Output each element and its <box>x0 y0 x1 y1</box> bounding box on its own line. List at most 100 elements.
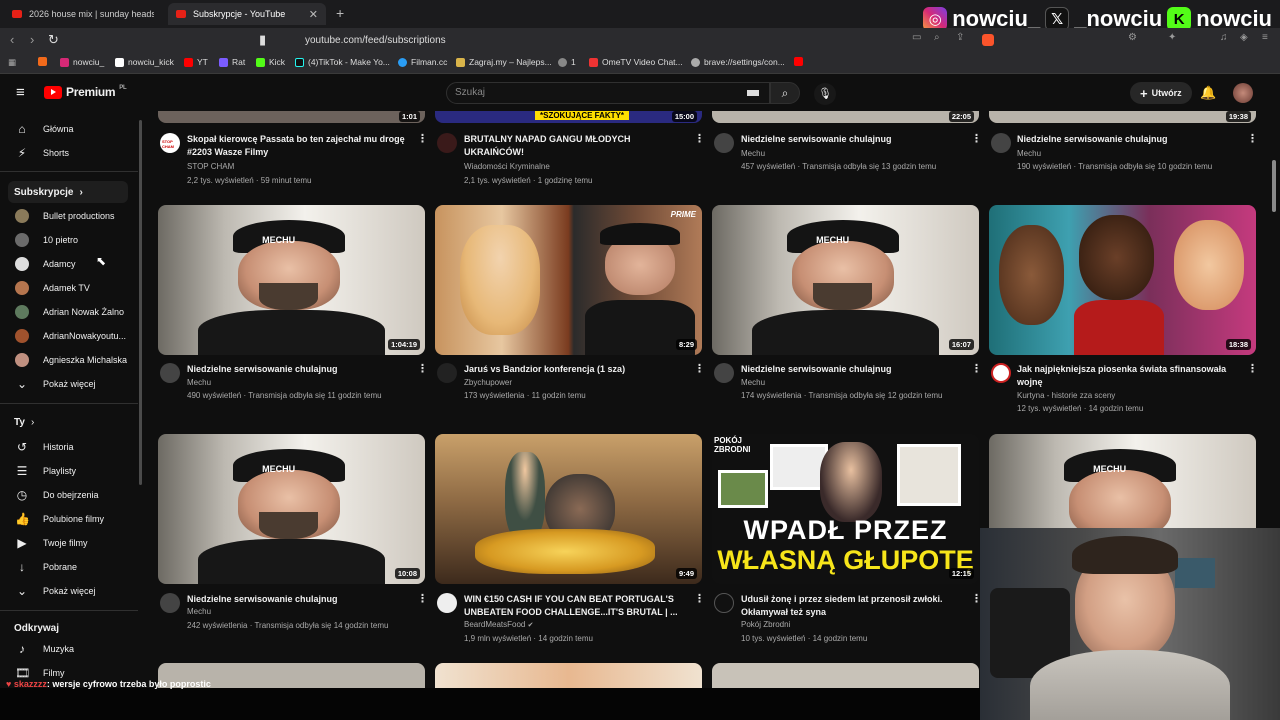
channel-avatar[interactable]: STOP CHAM <box>160 133 180 153</box>
video-title[interactable]: Niedzielne serwisowanie chulajnug <box>187 363 412 376</box>
bookmark-yt-2[interactable] <box>794 57 803 66</box>
tab-house-mix[interactable]: 2026 house mix | sunday headspace <box>4 3 154 25</box>
sidebar-subscriptions-header[interactable]: Subskrypcje › <box>8 181 128 203</box>
channel-name[interactable]: Wiadomości Kryminalne <box>464 162 550 171</box>
close-tab-icon[interactable]: ✕ <box>309 8 318 21</box>
video-thumbnail[interactable]: MECHU 10:08 <box>158 434 425 584</box>
channel-name[interactable]: Kurtyna - historie zza sceny <box>1017 391 1115 400</box>
channel-name[interactable]: Pokój Zbrodni <box>741 620 790 629</box>
video-title[interactable]: Jak najpiękniejsza piosenka świata sfina… <box>1017 363 1242 388</box>
bookmark-brave-settings[interactable]: brave://settings/con... <box>691 57 785 67</box>
channel-avatar[interactable] <box>714 133 734 153</box>
sidebar-channel-adamcy[interactable]: Adamcy <box>8 253 128 275</box>
channel-name[interactable]: BeardMeatsFood ✔ <box>464 620 533 629</box>
channel-avatar[interactable] <box>160 593 180 613</box>
bookmark-yt[interactable]: YT <box>184 57 208 67</box>
sidebar-item-your-videos[interactable]: ▶ Twoje filmy <box>8 532 128 554</box>
more-options-icon[interactable]: ⋮ <box>694 132 705 145</box>
sidebar-you-header[interactable]: Ty › <box>14 417 34 428</box>
channel-avatar[interactable] <box>991 363 1011 383</box>
share-icon[interactable]: ⇪ <box>956 32 964 43</box>
channel-avatar[interactable] <box>714 363 734 383</box>
sidebar-show-more-you[interactable]: ⌄ Pokaż więcej <box>8 580 128 602</box>
voice-search-button[interactable]: 🎙 <box>814 83 836 105</box>
hamburger-menu-icon[interactable]: ≡ <box>16 84 25 101</box>
video-thumbnail[interactable]: PRIME 8:29 <box>435 205 702 355</box>
channel-avatar[interactable] <box>714 593 734 613</box>
channel-name[interactable]: Mechu <box>187 607 211 616</box>
channel-name[interactable]: STOP CHAM <box>187 162 234 171</box>
sidebar-item-music[interactable]: ♪ Muzyka <box>8 638 128 660</box>
sidebar-item-home[interactable]: ⌂ Główna <box>8 118 128 140</box>
more-options-icon[interactable]: ⋮ <box>971 362 982 375</box>
channel-name[interactable]: Mechu <box>741 378 765 387</box>
bookmark-1[interactable]: 1 <box>558 57 576 67</box>
sidebar-channel-adriannowakyoutu[interactable]: AdrianNowakyoutu... <box>8 325 128 347</box>
more-options-icon[interactable]: ⋮ <box>417 132 428 145</box>
sidebar-show-more-channels[interactable]: ⌄ Pokaż więcej <box>8 373 128 395</box>
puzzle-icon[interactable]: ✦ <box>1168 32 1176 43</box>
video-title[interactable]: Niedzielne serwisowanie chulajnug <box>741 363 966 376</box>
sidebar-channel-adrian-nowak-zalno[interactable]: Adrian Nowak Żalno <box>8 301 128 323</box>
bookmark-zagraj[interactable]: Zagraj.my – Najleps... <box>456 57 552 67</box>
main-scrollbar[interactable] <box>1272 160 1276 212</box>
account-avatar[interactable] <box>1233 83 1253 103</box>
bookmark-ometv[interactable]: OmeTV Video Chat... <box>589 57 683 67</box>
video-title[interactable]: BRUTALNY NAPAD GANGU MŁODYCH UKRAIŃCÓW! <box>464 133 689 158</box>
reload-icon[interactable]: ↻ <box>48 32 59 48</box>
video-thumbnail[interactable]: MECHU 16:07 <box>712 205 979 355</box>
channel-name[interactable]: Zbychupower <box>464 378 512 387</box>
more-options-icon[interactable]: ⋮ <box>417 592 428 605</box>
channel-name[interactable]: Mechu <box>1017 149 1041 158</box>
bookmark-nowciu-kick[interactable]: nowciu_kick <box>115 57 174 67</box>
music-icon[interactable]: ♫ <box>1220 32 1228 43</box>
keyboard-icon[interactable] <box>747 90 759 96</box>
sidebar-item-watch-later[interactable]: ◷ Do obejrzenia <box>8 484 128 506</box>
video-thumbnail[interactable]: 19:38 <box>989 111 1256 123</box>
bookmark-rat[interactable]: Rat <box>219 57 245 67</box>
cast-icon[interactable]: ▭ <box>912 32 921 43</box>
bookmark-kick[interactable]: Kick <box>256 57 285 67</box>
sidebar-item-shorts[interactable]: ⚡ Shorts <box>8 142 128 164</box>
zoom-icon[interactable]: ⌕ <box>934 32 940 43</box>
sidebar-scrollbar[interactable] <box>139 120 142 485</box>
channel-avatar[interactable] <box>437 363 457 383</box>
sidebar-item-history[interactable]: ↺ Historia <box>8 436 128 458</box>
channel-name[interactable]: Mechu <box>741 149 765 158</box>
back-arrow-icon[interactable]: ‹ <box>10 32 14 47</box>
channel-name[interactable]: Mechu <box>187 378 211 387</box>
create-button[interactable]: + Utwórz <box>1130 82 1192 104</box>
sidebar-channel-10-pietro[interactable]: 10 pietro <box>8 229 128 251</box>
video-title[interactable]: Skopał kierowcę Passata bo ten zajechał … <box>187 133 412 158</box>
video-thumbnail[interactable]: 9:49 <box>435 434 702 584</box>
bookmark-filman[interactable]: Filman.cc <box>398 57 447 67</box>
apps-grid-icon[interactable]: ▦ <box>8 57 16 68</box>
wallet-icon[interactable]: ◈ <box>1240 32 1248 43</box>
video-title[interactable]: Niedzielne serwisowanie chulajnug <box>1017 133 1242 146</box>
video-title[interactable]: Udusił żonę i przez siedem lat przenosił… <box>741 593 966 618</box>
bookmark-tiktok[interactable]: (4)TikTok - Make Yo... <box>295 57 390 67</box>
more-options-icon[interactable]: ⋮ <box>417 362 428 375</box>
channel-avatar[interactable] <box>160 363 180 383</box>
channel-avatar[interactable] <box>991 133 1011 153</box>
sidebar-item-playlists[interactable]: ☰ Playlisty <box>8 460 128 482</box>
tab-subscriptions[interactable]: Subskrypcje - YouTube ✕ <box>168 3 326 25</box>
video-title[interactable]: Niedzielne serwisowanie chulajnug <box>741 133 966 146</box>
video-title[interactable]: WIN €150 CASH IF YOU CAN BEAT PORTUGAL'S… <box>464 593 689 618</box>
video-thumbnail[interactable]: *SZOKUJĄCE FAKTY* 15:00 <box>435 111 702 123</box>
sidebar-item-downloads[interactable]: ↓ Pobrane <box>8 556 128 578</box>
video-thumbnail[interactable]: 18:38 <box>989 205 1256 355</box>
video-thumbnail[interactable]: 22:05 <box>712 111 979 123</box>
more-options-icon[interactable]: ⋮ <box>971 132 982 145</box>
notifications-bell-icon[interactable]: 🔔 <box>1200 85 1216 101</box>
more-options-icon[interactable]: ⋮ <box>694 592 705 605</box>
bookmark-icon[interactable]: ▮ <box>259 32 266 48</box>
more-options-icon[interactable]: ⋮ <box>1247 362 1258 375</box>
extension-icon[interactable]: ⚙ <box>1128 32 1137 43</box>
video-title[interactable]: Niedzielne serwisowanie chulajnug <box>187 593 412 606</box>
video-thumbnail[interactable]: MECHU 1:04:19 <box>158 205 425 355</box>
sidebar-item-liked[interactable]: 👍 Polubione filmy <box>8 508 128 530</box>
sidebar-channel-bullet-productions[interactable]: Bullet productions <box>8 205 128 227</box>
brave-shield-icon[interactable] <box>982 34 994 46</box>
channel-avatar[interactable] <box>437 133 457 153</box>
